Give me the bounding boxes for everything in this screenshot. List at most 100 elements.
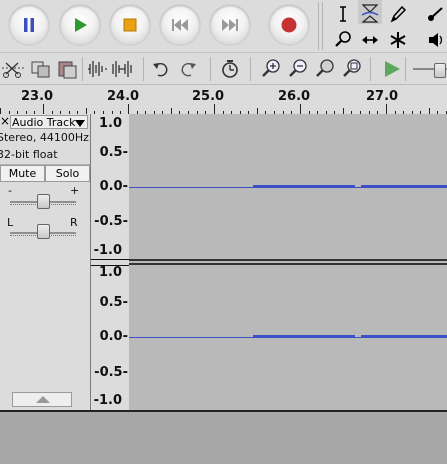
toolbar-divider xyxy=(405,57,406,81)
zoom-in-button[interactable] xyxy=(260,58,282,80)
channel-divider xyxy=(91,259,129,266)
scale-label: -0.5- xyxy=(94,365,128,380)
pause-button[interactable] xyxy=(9,5,49,45)
skip-to-start-icon xyxy=(172,19,188,31)
undo-icon xyxy=(153,62,168,77)
right-channel[interactable] xyxy=(129,265,447,410)
skip-to-end-icon xyxy=(222,19,238,31)
play-speed-slider-thumb[interactable] xyxy=(434,63,446,78)
zoom-in-icon xyxy=(262,59,280,77)
envelope-tool-icon xyxy=(361,4,379,23)
fit-selection-icon xyxy=(316,59,334,77)
undo-button[interactable] xyxy=(150,58,172,80)
redo-button[interactable] xyxy=(177,58,199,80)
toolbar-divider xyxy=(143,57,144,81)
scale-label: 0.5- xyxy=(99,145,128,160)
track-name-label: Audio Track xyxy=(12,116,76,129)
multi-tool-button[interactable] xyxy=(386,28,410,52)
close-track-button[interactable]: × xyxy=(0,115,10,129)
draw-tool-icon xyxy=(390,5,407,23)
selection-tool-button[interactable] xyxy=(331,2,355,26)
zoom-out-button[interactable] xyxy=(287,58,309,80)
trim-button[interactable] xyxy=(86,58,108,80)
record-icon xyxy=(281,17,297,33)
fit-project-icon xyxy=(343,59,361,77)
mute-button[interactable]: Mute xyxy=(0,165,45,182)
play-button[interactable] xyxy=(60,5,100,45)
zoom-tool-button[interactable] xyxy=(331,28,355,52)
ruler-label: 27.0 xyxy=(366,89,399,104)
play-at-speed-icon xyxy=(385,61,400,77)
skip-to-end-button[interactable] xyxy=(210,5,250,45)
ruler-label: 25.0 xyxy=(192,89,225,104)
paste-button[interactable] xyxy=(57,58,79,80)
envelope-tool-button[interactable] xyxy=(358,0,382,24)
channel-separator xyxy=(129,259,447,261)
track-format-text: Stereo, 44100Hz xyxy=(0,131,89,144)
ruler-tick xyxy=(128,104,129,114)
cut-button[interactable] xyxy=(2,58,24,80)
zoom-tool-icon xyxy=(335,31,351,47)
record-meter-button[interactable] xyxy=(424,2,447,26)
ruler-label: 26.0 xyxy=(278,89,311,104)
scale-label: 0.5- xyxy=(99,295,128,310)
track-control-panel: × Audio Track Stereo, 44100Hz 32-bit flo… xyxy=(0,114,91,410)
ruler-label: 24.0 xyxy=(107,89,140,104)
cut-icon xyxy=(2,62,24,78)
ruler-tick xyxy=(43,104,44,114)
time-shift-tool-button[interactable] xyxy=(358,28,382,52)
amplitude-scale[interactable]: 1.0 0.5- 0.0- -0.5- -1.0 1.0 0.5- 0.0- -… xyxy=(91,114,129,410)
waveform-area[interactable] xyxy=(129,114,447,410)
fit-project-button[interactable] xyxy=(341,58,363,80)
track-name-menu[interactable]: Audio Track xyxy=(10,115,88,129)
paste-icon xyxy=(58,61,77,79)
waveform-segment xyxy=(253,185,355,188)
ruler-tick xyxy=(386,104,387,114)
pan-slider-thumb[interactable] xyxy=(37,224,50,239)
draw-tool-button[interactable] xyxy=(386,2,410,26)
copy-button[interactable] xyxy=(30,58,52,80)
fit-selection-button[interactable] xyxy=(314,58,336,80)
stop-button[interactable] xyxy=(110,5,150,45)
trim-icon xyxy=(88,61,107,77)
timeline-ruler[interactable]: 23.0 24.0 25.0 26.0 27.0 xyxy=(0,84,447,116)
track-bit-depth-text: 32-bit float xyxy=(0,148,58,161)
chevron-down-icon xyxy=(75,120,85,127)
scale-label: 1.0 xyxy=(98,116,122,131)
scale-label: 0.0- xyxy=(99,179,128,194)
sync-lock-button[interactable] xyxy=(219,58,241,80)
stop-icon xyxy=(123,18,137,32)
pan-right-label: R xyxy=(70,216,78,229)
gain-minus-label: - xyxy=(8,184,12,197)
play-at-speed-button[interactable] xyxy=(381,58,403,80)
skip-to-start-button[interactable] xyxy=(160,5,200,45)
gain-slider-thumb[interactable] xyxy=(37,194,50,209)
playback-meter-button[interactable] xyxy=(424,28,447,52)
ruler-label: 23.0 xyxy=(21,89,54,104)
record-meter-icon xyxy=(428,7,443,21)
toolbar-divider xyxy=(370,57,371,81)
toolbar-divider xyxy=(210,57,211,81)
close-icon: × xyxy=(0,114,11,128)
scale-label: -1.0 xyxy=(93,243,122,258)
ruler-tick xyxy=(300,104,301,114)
record-button[interactable] xyxy=(269,5,309,45)
edit-toolbar xyxy=(0,52,447,85)
toolbar-divider xyxy=(82,57,83,81)
chevron-up-icon xyxy=(36,396,50,403)
toolbar-divider xyxy=(322,2,323,50)
play-icon xyxy=(75,18,87,32)
silence-button[interactable] xyxy=(111,58,133,80)
waveform-segment xyxy=(253,335,355,338)
sync-lock-icon xyxy=(222,60,238,78)
collapse-track-button[interactable] xyxy=(12,392,72,407)
left-channel[interactable] xyxy=(129,114,447,259)
pause-icon xyxy=(24,18,34,32)
multi-tool-icon xyxy=(390,32,406,48)
transport-toolbar xyxy=(0,0,447,52)
solo-button[interactable]: Solo xyxy=(45,165,90,182)
waveform-segment xyxy=(361,185,447,188)
silence-icon xyxy=(112,61,132,77)
empty-track-area[interactable] xyxy=(0,410,447,464)
scale-label: -0.5- xyxy=(94,214,128,229)
